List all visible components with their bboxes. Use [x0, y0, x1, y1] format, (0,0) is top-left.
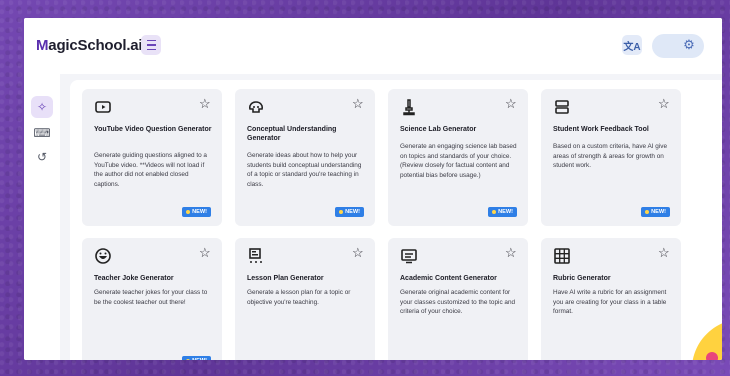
favorite-star-icon[interactable]: ☆ — [352, 246, 364, 259]
favorite-star-icon[interactable]: ☆ — [505, 97, 517, 110]
decorative-blob — [692, 323, 722, 360]
sidebar-item-tools[interactable]: ✧ — [31, 96, 53, 118]
favorite-star-icon[interactable]: ☆ — [505, 246, 517, 259]
app-window: MagicSchool.ai 文A ⚙ ✧ ⌨ ↺ ☆ YouTube Vide… — [24, 18, 722, 360]
monitor-icon — [401, 249, 417, 264]
hamburger-icon — [146, 38, 156, 52]
favorite-star-icon[interactable]: ☆ — [352, 97, 364, 110]
tool-description: Generate a lesson plan for a topic or ob… — [247, 289, 351, 306]
youtube-icon — [95, 101, 111, 113]
feedback-icon — [555, 100, 569, 114]
tool-description: Generate an engaging science lab based o… — [400, 143, 517, 179]
gear-icon[interactable]: ⚙ — [682, 38, 696, 52]
microscope-icon — [403, 99, 415, 116]
tool-description: Generate ideas about how to help your st… — [247, 152, 362, 188]
tool-description: Have AI write a rubric for an assignment… — [553, 289, 667, 316]
profile-menu[interactable]: ⚙ — [652, 34, 704, 58]
tool-title: YouTube Video Question Generator — [94, 126, 212, 133]
history-icon: ↺ — [36, 150, 48, 164]
translate-button[interactable]: 文A — [622, 35, 642, 55]
sidebar-item-history[interactable]: ↺ — [31, 146, 53, 168]
main-content: ☆ YouTube Video Question Generator Gener… — [60, 74, 722, 360]
tool-description: Based on a custom criteria, have AI give… — [553, 143, 668, 170]
tool-description: Generate guiding questions aligned to a … — [94, 152, 207, 188]
translate-icon: 文A — [623, 41, 641, 53]
tool-card-conceptual[interactable]: ☆ Conceptual Understanding Generator Gen… — [235, 89, 375, 226]
new-badge: NEW! — [641, 207, 670, 217]
tool-card-youtube[interactable]: ☆ YouTube Video Question Generator Gener… — [82, 89, 222, 226]
tool-card-academic-content[interactable]: ☆ Academic Content Generator Generate or… — [388, 238, 528, 360]
tool-description: Generate original academic content for y… — [400, 289, 516, 316]
menu-button[interactable] — [141, 35, 161, 55]
brain-icon — [249, 101, 263, 113]
lesson-plan-icon — [249, 248, 262, 263]
tool-card-teacher-joke[interactable]: ☆ Teacher Joke Generator Generate teache… — [82, 238, 222, 360]
tool-title: Lesson Plan Generator — [247, 275, 324, 282]
tool-card-feedback[interactable]: ☆ Student Work Feedback Tool Based on a … — [541, 89, 681, 226]
tools-panel: ☆ YouTube Video Question Generator Gener… — [70, 80, 722, 360]
tool-title: Conceptual Understanding Generator — [247, 126, 337, 142]
app-logo[interactable]: MagicSchool.ai — [36, 37, 143, 54]
tool-title: Teacher Joke Generator — [94, 275, 174, 282]
new-badge: NEW! — [182, 356, 211, 360]
logo-mark: M — [36, 37, 49, 54]
tool-card-lesson-plan[interactable]: ☆ Lesson Plan Generator Generate a lesso… — [235, 238, 375, 360]
sidebar-item-chat[interactable]: ⌨ — [31, 122, 53, 144]
tool-title: Student Work Feedback Tool — [553, 126, 649, 133]
tool-title: Academic Content Generator — [400, 275, 497, 282]
grid-icon — [554, 248, 570, 264]
tool-description: Generate teacher jokes for your class to… — [94, 289, 208, 306]
chat-icon: ⌨ — [33, 126, 51, 140]
top-bar: MagicSchool.ai 文A ⚙ — [24, 18, 722, 74]
laugh-icon — [95, 248, 111, 264]
tool-card-rubric[interactable]: ☆ Rubric Generator Have AI write a rubri… — [541, 238, 681, 360]
favorite-star-icon[interactable]: ☆ — [199, 246, 211, 259]
sidebar: ✧ ⌨ ↺ — [24, 74, 60, 360]
new-badge: NEW! — [182, 207, 211, 217]
new-badge: NEW! — [488, 207, 517, 217]
sparkle-icon: ✧ — [36, 100, 48, 114]
favorite-star-icon[interactable]: ☆ — [658, 97, 670, 110]
tool-title: Rubric Generator — [553, 275, 611, 282]
tool-title: Science Lab Generator — [400, 126, 477, 133]
tool-card-science-lab[interactable]: ☆ Science Lab Generator Generate an enga… — [388, 89, 528, 226]
favorite-star-icon[interactable]: ☆ — [199, 97, 211, 110]
new-badge: NEW! — [335, 207, 364, 217]
logo-text: agicSchool.ai — [48, 37, 143, 54]
favorite-star-icon[interactable]: ☆ — [658, 246, 670, 259]
